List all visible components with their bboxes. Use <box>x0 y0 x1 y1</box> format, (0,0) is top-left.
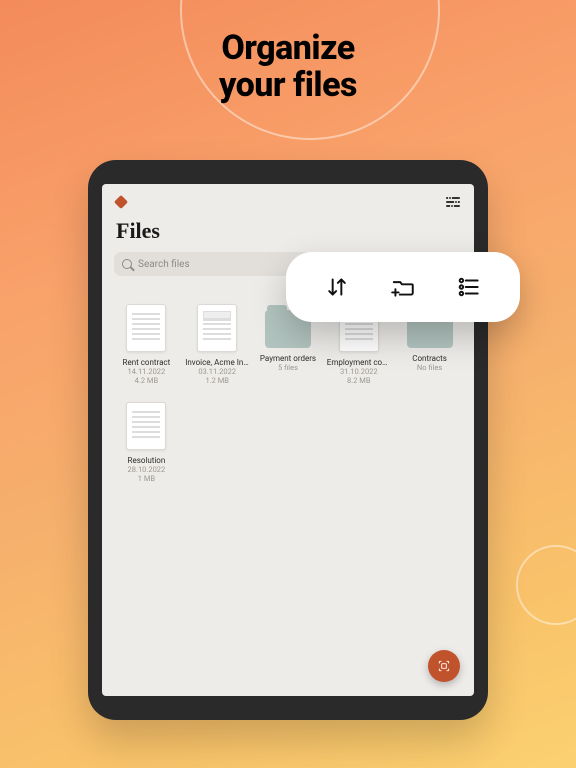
scan-icon <box>437 659 451 673</box>
settings-icon[interactable] <box>446 196 460 208</box>
promo-title: Organize your files <box>0 30 576 103</box>
promo-title-line2: your files <box>0 67 576 104</box>
tablet-frame: Files Search files Rent contract 14.11.2… <box>88 160 488 720</box>
file-date: 03.11.2022 <box>198 367 236 376</box>
search-placeholder: Search files <box>138 259 190 270</box>
file-date: 31.10.2022 <box>340 367 378 376</box>
action-popover <box>286 252 520 322</box>
document-icon <box>126 304 166 352</box>
app-logo-icon <box>114 195 128 209</box>
sort-button[interactable] <box>318 268 356 306</box>
document-icon <box>197 304 237 352</box>
view-options-button[interactable] <box>450 268 488 306</box>
file-size: 1 MB <box>138 474 155 483</box>
file-date: 28.10.2022 <box>128 465 166 474</box>
file-size: 4.2 MB <box>135 376 159 385</box>
scan-fab-button[interactable] <box>428 650 460 682</box>
file-item[interactable]: Rent contract 14.11.2022 4.2 MB <box>114 304 179 386</box>
file-item[interactable]: Resolution 28.10.2022 1 MB <box>114 402 179 484</box>
file-size: 8.2 MB <box>347 376 371 385</box>
file-name: Employment contract <box>327 358 391 367</box>
file-name: Contracts <box>412 354 447 363</box>
file-size: 1.2 MB <box>205 376 229 385</box>
file-name: Payment orders <box>260 354 316 363</box>
bg-circle-2 <box>516 545 576 625</box>
file-name: Invoice, Acme Inc. <box>185 358 249 367</box>
sort-icon <box>324 274 350 300</box>
file-date: 14.11.2022 <box>128 367 166 376</box>
file-name: Resolution <box>128 456 166 465</box>
list-icon <box>456 274 482 300</box>
folder-add-icon <box>390 274 416 300</box>
page-title: Files <box>102 208 474 252</box>
file-name: Rent contract <box>123 358 171 367</box>
file-item[interactable]: Invoice, Acme Inc. 03.11.2022 1.2 MB <box>185 304 250 386</box>
document-icon <box>126 402 166 450</box>
new-folder-button[interactable] <box>384 268 422 306</box>
search-icon <box>122 259 132 269</box>
promo-title-line1: Organize <box>0 30 576 67</box>
file-date: No files <box>417 363 442 372</box>
file-date: 5 files <box>278 363 298 372</box>
